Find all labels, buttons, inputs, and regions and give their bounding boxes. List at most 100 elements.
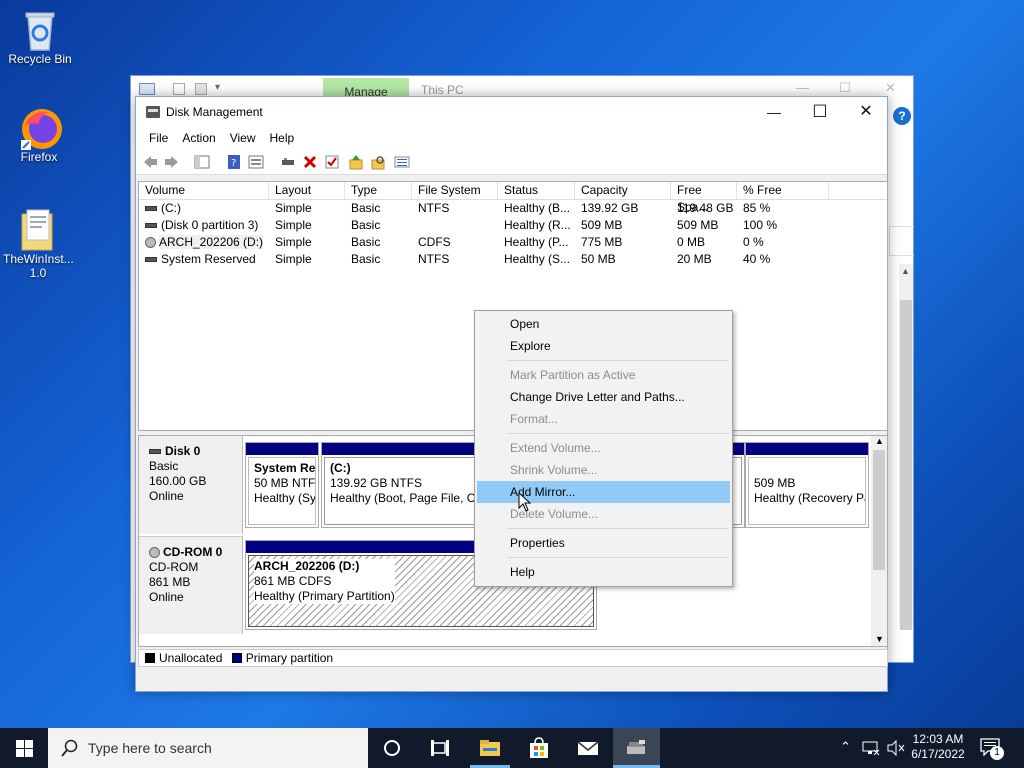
file-explorer-icon[interactable] <box>478 736 502 760</box>
partition-system-reserved[interactable]: System Re: 50 MB NTFS Healthy (Sy <box>245 442 319 528</box>
disk-pane-scrollbar[interactable]: ▲ ▼ <box>871 436 887 646</box>
clock[interactable]: 12:03 AM 6/17/2022 <box>908 732 968 762</box>
delete-icon[interactable] <box>302 154 318 170</box>
maximize-icon[interactable]: ☐ <box>800 101 840 123</box>
clock-time: 12:03 AM <box>912 732 964 746</box>
menu-item-format[interactable]: Format... <box>477 408 730 430</box>
properties-icon[interactable] <box>173 83 185 95</box>
minimize-icon[interactable]: — <box>754 101 794 123</box>
volume-muted-icon[interactable] <box>886 740 906 756</box>
cell-free: 509 MB <box>677 218 719 232</box>
customize-qat-icon[interactable]: ▾ <box>215 82 220 93</box>
menu-item-delete-volume[interactable]: Delete Volume... <box>477 503 730 525</box>
task-view-icon[interactable] <box>428 736 452 760</box>
menu-view[interactable]: View <box>223 131 263 145</box>
column-capacity[interactable]: Capacity <box>575 182 671 199</box>
search-placeholder: Type here to search <box>88 740 212 756</box>
cell-free: 0 MB <box>677 235 706 249</box>
column-type[interactable]: Type <box>345 182 412 199</box>
column-volume[interactable]: Volume <box>139 182 269 199</box>
cell-pct: 85 % <box>743 201 771 215</box>
disk-type: Basic <box>149 459 179 473</box>
menu-action[interactable]: Action <box>175 131 222 145</box>
scroll-thumb[interactable] <box>900 300 912 630</box>
cell-pct: 40 % <box>743 252 771 266</box>
desktop-icon-recycle-bin[interactable]: Recycle Bin <box>2 8 78 66</box>
menu-item-change-drive-letter[interactable]: Change Drive Letter and Paths... <box>477 386 730 408</box>
cell-pct: 100 % <box>743 218 778 232</box>
scroll-down-icon[interactable]: ▼ <box>875 634 884 644</box>
import-icon[interactable] <box>348 154 364 170</box>
partition-recovery[interactable]: 509 MB Healthy (Recovery Pa <box>745 442 869 528</box>
cortana-icon[interactable] <box>380 736 404 760</box>
table-row[interactable]: (Disk 0 partition 3) Simple Basic Healthy (… <box>139 217 887 234</box>
list-view-icon[interactable] <box>394 154 410 170</box>
table-row[interactable]: System Reserved Simple Basic NTFS Healthy (S… <box>139 251 887 268</box>
cell-pct: 0 % <box>743 235 764 249</box>
column-percent-free[interactable]: % Free <box>737 182 829 199</box>
column-free-space[interactable]: Free Spa... <box>671 182 737 214</box>
partition-status: Healthy (Sy <box>254 491 316 505</box>
menu-item-extend-volume[interactable]: Extend Volume... <box>477 437 730 459</box>
disk-0-label[interactable]: Disk 0 Basic 160.00 GB Online <box>139 436 243 534</box>
column-status[interactable]: Status <box>498 182 575 199</box>
help-book-icon[interactable]: ? <box>226 154 242 170</box>
cell-layout: Simple <box>275 201 312 215</box>
menu-item-help[interactable]: Help <box>477 561 730 583</box>
network-icon[interactable] <box>862 740 880 756</box>
close-icon[interactable]: ✕ <box>846 101 886 123</box>
column-file-system[interactable]: File System <box>412 182 498 199</box>
search-disk-icon[interactable] <box>370 154 386 170</box>
properties-icon[interactable] <box>248 154 264 170</box>
cell-capacity: 509 MB <box>581 218 623 232</box>
table-row[interactable]: (C:) Simple Basic NTFS Healthy (B... 139.92 G… <box>139 200 887 217</box>
menu-item-open[interactable]: Open <box>477 313 730 335</box>
maximize-icon[interactable]: ☐ <box>839 80 851 96</box>
connect-icon[interactable] <box>280 154 296 170</box>
notification-badge: 1 <box>990 746 1004 760</box>
cdrom-icon <box>149 547 160 559</box>
minimize-icon[interactable]: — <box>796 80 809 95</box>
menu-item-explore[interactable]: Explore <box>477 335 730 357</box>
new-folder-icon[interactable] <box>195 83 207 95</box>
disk-management-taskbar-button[interactable] <box>613 728 660 768</box>
back-arrow-icon[interactable] <box>142 154 158 170</box>
start-button[interactable] <box>0 728 48 768</box>
table-row[interactable]: ARCH_202206 (D:) Simple Basic CDFS Healthy (… <box>139 234 887 251</box>
cell-fs: NTFS <box>418 201 450 215</box>
menu-item-shrink-volume[interactable]: Shrink Volume... <box>477 459 730 481</box>
drive-icon <box>145 206 157 212</box>
scroll-thumb[interactable] <box>873 450 885 570</box>
search-box[interactable] <box>889 226 914 256</box>
partition-status: Healthy (Primary Partition) <box>254 589 395 603</box>
microsoft-store-icon[interactable] <box>527 736 551 760</box>
desktop-icon-thewininst[interactable]: TheWinInst... 1.0 <box>0 208 76 280</box>
partition-size: 861 MB CDFS <box>254 574 332 588</box>
menu-help[interactable]: Help <box>263 131 302 145</box>
column-layout[interactable]: Layout <box>269 182 345 199</box>
scrollbar[interactable]: ▲ <box>899 264 913 630</box>
forward-arrow-icon[interactable] <box>164 154 180 170</box>
desktop-icon-firefox[interactable]: Firefox <box>1 106 77 164</box>
cell-layout: Simple <box>275 235 312 249</box>
show-hide-tree-icon[interactable] <box>194 154 210 170</box>
check-icon[interactable] <box>324 154 340 170</box>
action-center-button[interactable]: 1 <box>980 738 1004 760</box>
show-hidden-icons[interactable]: ⌃ <box>840 739 851 755</box>
menu-item-mark-active[interactable]: Mark Partition as Active <box>477 364 730 386</box>
search-box[interactable]: Type here to search <box>48 728 368 768</box>
drive-icon <box>145 223 157 229</box>
menu-item-properties[interactable]: Properties <box>477 532 730 554</box>
mail-icon[interactable] <box>576 736 600 760</box>
volume-name: (C:) <box>161 201 181 215</box>
menu-file[interactable]: File <box>142 131 175 145</box>
pc-icon <box>139 83 155 95</box>
menu-item-add-mirror[interactable]: Add Mirror... <box>477 481 730 503</box>
cdrom-0-label[interactable]: CD-ROM 0 CD-ROM 861 MB Online <box>139 536 243 634</box>
drive-icon <box>149 449 161 455</box>
scroll-up-icon[interactable]: ▲ <box>901 266 910 276</box>
cell-free: 20 MB <box>677 252 712 266</box>
close-icon[interactable]: ✕ <box>885 80 896 96</box>
scroll-up-icon[interactable]: ▲ <box>875 436 884 446</box>
help-icon[interactable]: ? <box>893 107 911 125</box>
